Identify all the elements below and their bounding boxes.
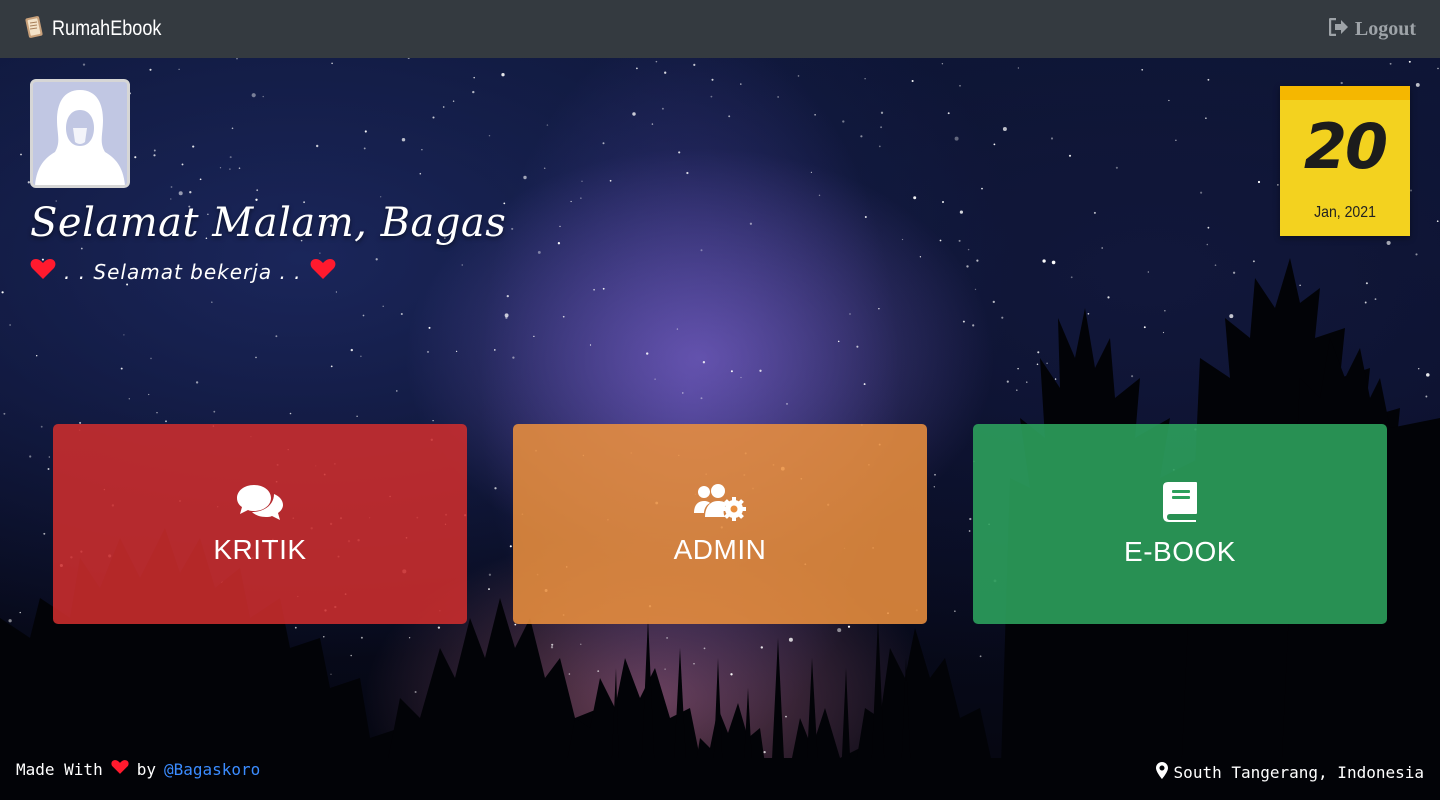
footer-credit: Made With by @Bagaskoro — [16, 759, 260, 779]
greeting-title: Selamat Malam, Bagas — [30, 200, 507, 246]
greeting-subtitle: . . Selamat bekerja . . — [30, 258, 336, 285]
ebook-card[interactable]: E-BOOK — [973, 424, 1387, 624]
made-with-text: Made With — [16, 759, 103, 779]
heart-icon — [30, 258, 56, 285]
by-text: by — [136, 759, 156, 779]
map-marker-icon — [1155, 762, 1168, 783]
brand-title: RumahEbook — [52, 17, 162, 40]
avatar — [30, 79, 130, 188]
users-cog-icon — [694, 483, 746, 526]
comments-icon — [236, 483, 284, 526]
calendar-month-year: Jan, 2021 — [1314, 204, 1376, 221]
kritik-label: KRITIK — [213, 533, 307, 565]
ebook-label: E-BOOK — [1124, 535, 1236, 567]
sign-out-icon — [1328, 17, 1349, 41]
footer-location: South Tangerang, Indonesia — [1155, 762, 1424, 783]
kritik-card[interactable]: KRITIK — [53, 424, 467, 624]
calendar-day: 20 — [1303, 110, 1388, 183]
navbar: RumahEbook Logout — [0, 0, 1440, 58]
heart-icon — [111, 759, 129, 779]
admin-card[interactable]: ADMIN — [513, 424, 927, 624]
book-scroll-icon — [24, 15, 44, 44]
location-text: South Tangerang, Indonesia — [1173, 763, 1424, 782]
brand-link[interactable]: RumahEbook — [24, 15, 179, 44]
author-link[interactable]: @Bagaskoro — [164, 760, 260, 779]
heart-icon — [310, 258, 336, 285]
subtitle-text: . . Selamat bekerja . . — [64, 259, 302, 284]
logout-button[interactable]: Logout — [1328, 17, 1416, 41]
logout-label: Logout — [1354, 17, 1416, 40]
calendar-widget: 20 Jan, 2021 — [1280, 86, 1410, 236]
hooded-figure-icon — [33, 82, 127, 185]
admin-label: ADMIN — [673, 533, 767, 565]
calendar-top-strip — [1280, 86, 1410, 100]
book-icon — [1162, 481, 1198, 528]
